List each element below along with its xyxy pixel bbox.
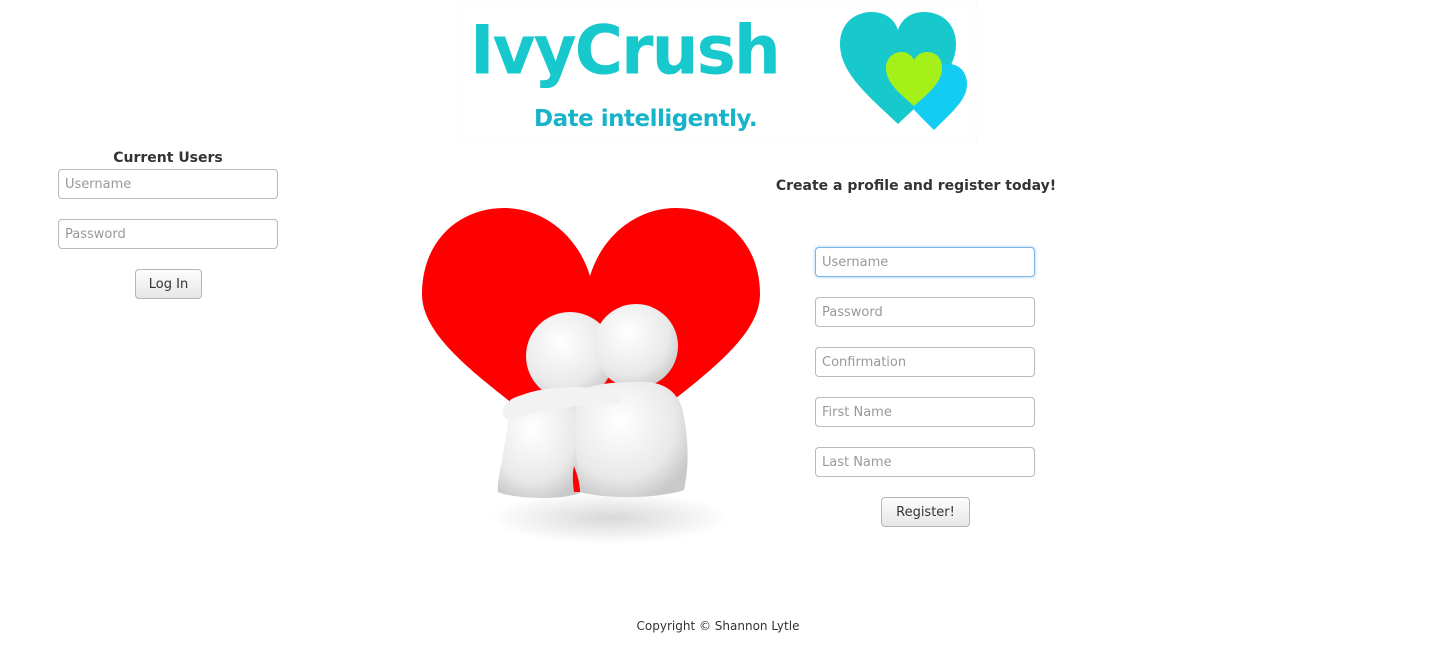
register-last-name-input[interactable] bbox=[815, 447, 1035, 477]
page: IvyCrush Date intelligently. Current Use… bbox=[0, 0, 1436, 668]
register-button[interactable]: Register! bbox=[881, 497, 970, 527]
login-button[interactable]: Log In bbox=[135, 269, 202, 299]
brand-tagline: Date intelligently. bbox=[534, 106, 758, 132]
login-password-input[interactable] bbox=[58, 219, 278, 249]
footer-copyright: Copyright © Shannon Lytle bbox=[636, 619, 800, 633]
register-username-input[interactable] bbox=[815, 247, 1035, 277]
register-confirmation-input[interactable] bbox=[815, 347, 1035, 377]
login-username-input[interactable] bbox=[58, 169, 278, 199]
register-title: Create a profile and register today! bbox=[775, 178, 1057, 194]
login-title: Current Users bbox=[113, 150, 223, 166]
couple-heart-illustration bbox=[422, 208, 760, 544]
brand-name: IvyCrush bbox=[470, 11, 781, 90]
register-password-input[interactable] bbox=[815, 297, 1035, 327]
site-logo-banner: IvyCrush Date intelligently. bbox=[456, 0, 978, 144]
hearts-logo-icon bbox=[840, 12, 967, 130]
register-first-name-input[interactable] bbox=[815, 397, 1035, 427]
